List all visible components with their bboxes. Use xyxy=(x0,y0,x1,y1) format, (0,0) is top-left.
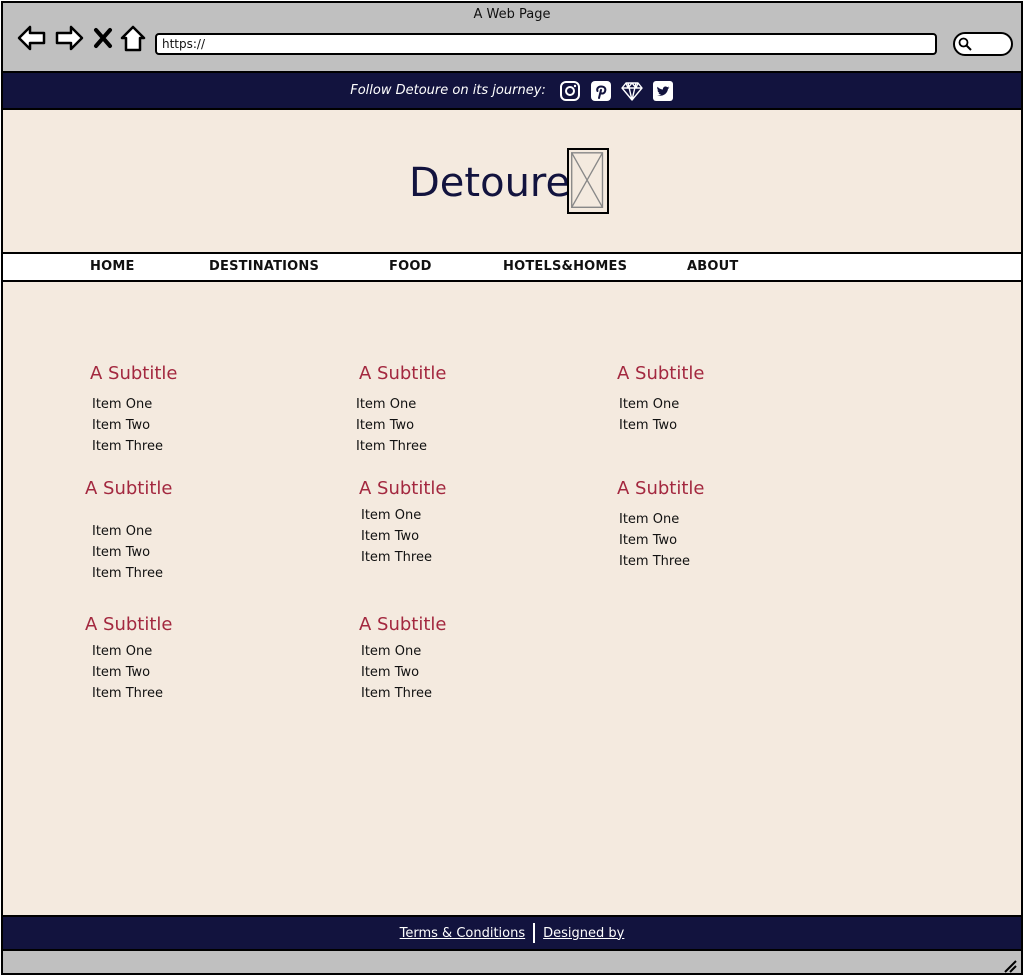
title-bar: A Web Page https:// xyxy=(3,3,1021,71)
status-bar xyxy=(3,951,1021,973)
section-subtitle: A Subtitle xyxy=(90,363,178,384)
main-nav: HOME DESTINATIONS FOOD HOTELS&HOMES ABOU… xyxy=(3,252,1021,282)
address-bar[interactable]: https:// xyxy=(155,33,937,55)
follow-text: Follow Detoure on its journey: xyxy=(350,83,546,98)
list-item[interactable]: Item Two xyxy=(92,542,163,563)
section-subtitle: A Subtitle xyxy=(85,614,173,635)
footer: Terms & Conditions Designed by xyxy=(3,915,1021,951)
list-item[interactable]: Item Three xyxy=(92,436,163,457)
nav-destinations[interactable]: DESTINATIONS xyxy=(209,259,319,274)
list-item[interactable]: Item Three xyxy=(92,563,163,584)
link-list: Item One Item Two Item Three xyxy=(92,641,163,704)
back-arrow-icon[interactable] xyxy=(17,23,47,53)
section-subtitle: A Subtitle xyxy=(617,478,705,499)
link-list: Item One Item Two xyxy=(619,394,679,436)
terms-link[interactable]: Terms & Conditions xyxy=(400,926,526,941)
list-item[interactable]: Item One xyxy=(92,641,163,662)
list-item[interactable]: Item Two xyxy=(361,526,432,547)
link-list: Item One Item Two Item Three xyxy=(361,641,432,704)
header: Detoure xyxy=(3,110,1021,252)
resize-grip-icon[interactable] xyxy=(1003,959,1017,973)
list-item[interactable]: Item One xyxy=(619,509,690,530)
link-list: Item One Item Two Item Three xyxy=(92,394,163,457)
list-item[interactable]: Item One xyxy=(356,394,427,415)
list-item[interactable]: Item Three xyxy=(361,547,432,568)
list-item[interactable]: Item Three xyxy=(361,683,432,704)
list-item[interactable]: Item One xyxy=(92,394,163,415)
twitter-icon[interactable] xyxy=(652,80,674,102)
close-icon[interactable] xyxy=(91,23,115,53)
diamond-icon[interactable] xyxy=(621,80,643,102)
list-item[interactable]: Item Three xyxy=(619,551,690,572)
list-item[interactable]: Item Three xyxy=(356,436,427,457)
home-icon[interactable] xyxy=(119,23,147,53)
nav-hotels-homes[interactable]: HOTELS&HOMES xyxy=(503,259,627,274)
nav-about[interactable]: ABOUT xyxy=(687,259,738,274)
list-item[interactable]: Item One xyxy=(361,505,432,526)
browser-window: A Web Page https:// Follow Detoure on it… xyxy=(1,1,1023,975)
section-subtitle: A Subtitle xyxy=(617,363,705,384)
link-list: Item One Item Two Item Three xyxy=(92,521,163,584)
logo-image-placeholder xyxy=(567,148,609,214)
list-item[interactable]: Item Two xyxy=(92,415,163,436)
section-subtitle: A Subtitle xyxy=(85,478,173,499)
search-field[interactable] xyxy=(953,32,1013,56)
window-title: A Web Page xyxy=(473,7,551,22)
list-item[interactable]: Item One xyxy=(92,521,163,542)
list-item[interactable]: Item Two xyxy=(619,530,690,551)
pinterest-icon[interactable] xyxy=(590,80,612,102)
list-item[interactable]: Item Three xyxy=(92,683,163,704)
section-subtitle: A Subtitle xyxy=(359,614,447,635)
nav-food[interactable]: FOOD xyxy=(389,259,432,274)
list-item[interactable]: Item Two xyxy=(619,415,679,436)
brand-title: Detoure xyxy=(409,160,571,206)
designed-by-link[interactable]: Designed by xyxy=(543,926,624,941)
link-list: Item One Item Two Item Three xyxy=(361,505,432,568)
nav-home[interactable]: HOME xyxy=(90,259,135,274)
instagram-icon[interactable] xyxy=(559,80,581,102)
web-page: Follow Detoure on its journey: Detoure H… xyxy=(3,71,1021,951)
search-icon xyxy=(958,37,972,51)
list-item[interactable]: Item Two xyxy=(356,415,427,436)
link-list: Item One Item Two Item Three xyxy=(356,394,427,457)
list-item[interactable]: Item One xyxy=(361,641,432,662)
list-item[interactable]: Item Two xyxy=(361,662,432,683)
list-item[interactable]: Item One xyxy=(619,394,679,415)
social-bar: Follow Detoure on its journey: xyxy=(3,73,1021,110)
section-subtitle: A Subtitle xyxy=(359,478,447,499)
section-subtitle: A Subtitle xyxy=(359,363,447,384)
link-list: Item One Item Two Item Three xyxy=(619,509,690,572)
footer-divider xyxy=(533,923,536,943)
forward-arrow-icon[interactable] xyxy=(54,23,84,53)
list-item[interactable]: Item Two xyxy=(92,662,163,683)
